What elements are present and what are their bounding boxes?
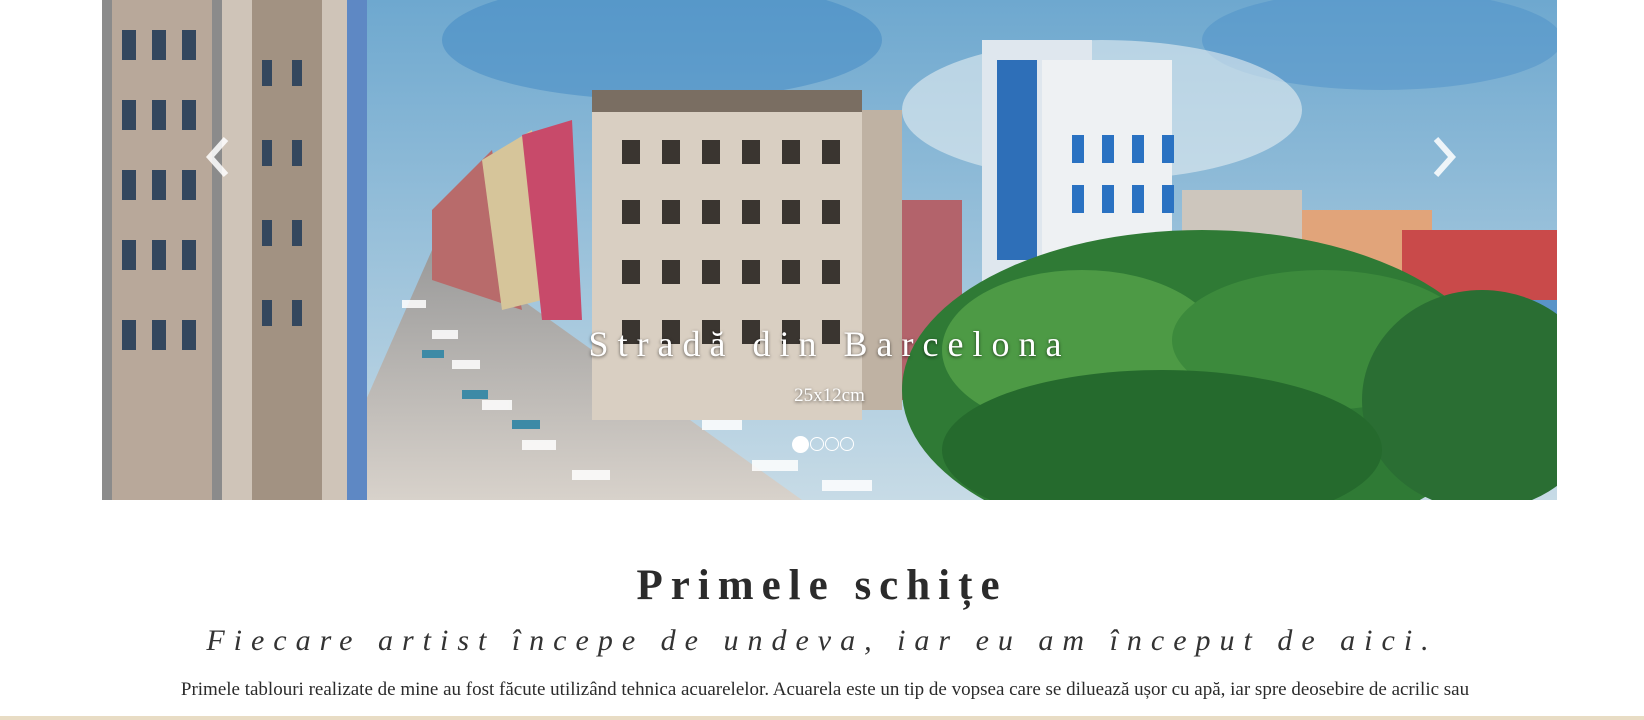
- carousel-indicator-3[interactable]: [825, 437, 839, 451]
- chevron-left-icon: [205, 137, 229, 177]
- section-title: Primele schițe: [636, 562, 1008, 609]
- section-subtitle: Fiecare artist începe de undeva, iar eu …: [206, 624, 1438, 657]
- slide-title: Stradă din Barcelona: [588, 324, 1071, 364]
- carousel-indicator-2[interactable]: [810, 437, 824, 451]
- carousel-indicators: [792, 436, 854, 453]
- page-bottom-border: [0, 716, 1644, 720]
- carousel-next-button[interactable]: [1424, 132, 1464, 182]
- carousel-indicator-4[interactable]: [840, 437, 854, 451]
- carousel-indicator-1[interactable]: [792, 436, 809, 453]
- section-body-text: Primele tablouri realizate de mine au fo…: [180, 679, 1470, 700]
- chevron-right-icon: [1433, 137, 1457, 177]
- slide-dimensions: 25x12cm: [794, 385, 865, 406]
- image-carousel[interactable]: Stradă din Barcelona 25x12cm: [102, 0, 1557, 500]
- carousel-prev-button[interactable]: [198, 132, 238, 182]
- slide-painting-image: [102, 0, 1557, 500]
